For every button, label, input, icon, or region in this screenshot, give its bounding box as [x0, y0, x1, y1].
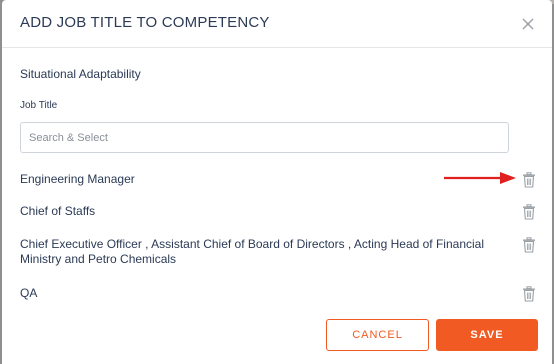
close-button[interactable] [518, 14, 538, 34]
trash-icon [523, 172, 535, 188]
cancel-button[interactable]: CANCEL [326, 319, 429, 351]
delete-job-title-button[interactable] [522, 172, 536, 188]
delete-job-title-button[interactable] [522, 204, 536, 220]
trash-icon [523, 286, 535, 302]
modal-header: ADD JOB TITLE TO COMPETENCY [2, 0, 552, 48]
save-button[interactable]: SAVE [436, 319, 538, 351]
job-title-label-text: Chief Executive Officer , Assistant Chie… [20, 237, 484, 266]
delete-job-title-button[interactable] [522, 286, 536, 302]
job-title-label: Job Title [20, 100, 58, 111]
close-icon [522, 18, 534, 30]
trash-icon [523, 204, 535, 220]
trash-icon [523, 237, 535, 253]
job-title-label-text: QA [20, 286, 38, 300]
red-arrow-annotation [444, 172, 516, 184]
job-title-label-text: Chief of Staffs [20, 204, 96, 218]
delete-job-title-button[interactable] [522, 237, 536, 253]
competency-name: Situational Adaptability [20, 67, 141, 81]
add-job-title-modal: ADD JOB TITLE TO COMPETENCY Situational … [2, 0, 552, 364]
modal-title: ADD JOB TITLE TO COMPETENCY [20, 14, 270, 31]
job-title-label-text: Engineering Manager [20, 172, 135, 186]
job-title-search-input[interactable] [20, 122, 509, 153]
